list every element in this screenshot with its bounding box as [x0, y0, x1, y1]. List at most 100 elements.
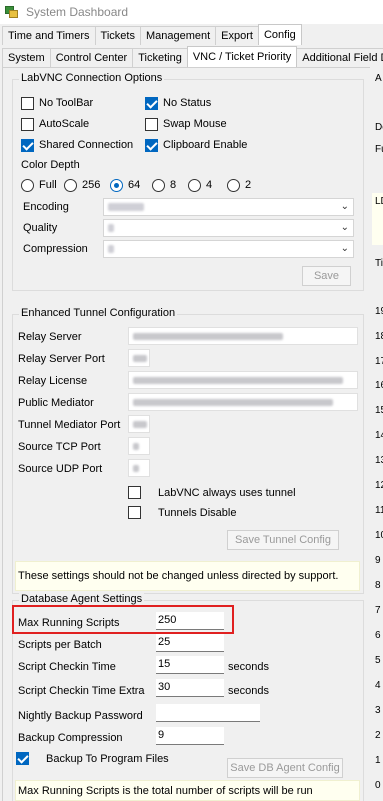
axis-tick-label: 4: [375, 680, 381, 691]
clipboard-enable-label: Clipboard Enable: [163, 139, 248, 151]
color-4-label: 4: [206, 179, 213, 191]
save-tunnel-config-button[interactable]: Save Tunnel Config: [227, 530, 339, 550]
always-tunnel-label: LabVNC always uses tunnel: [158, 487, 296, 499]
tab-additional-field[interactable]: Additional Field D: [296, 48, 383, 67]
encoding-select[interactable]: ⌄: [103, 198, 354, 216]
backup-to-program-files-label: Backup To Program Files: [46, 753, 169, 765]
tab-tickets[interactable]: Tickets: [94, 26, 141, 45]
compression-select[interactable]: ⌄: [103, 240, 354, 258]
main-tab-bar: Time and Timers Tickets Management Expor…: [2, 24, 302, 45]
max-running-scripts-input[interactable]: 250: [156, 612, 224, 630]
color-64-radio[interactable]: [110, 179, 123, 192]
axis-tick-label: 0: [375, 780, 381, 791]
autoscale-label: AutoScale: [39, 118, 90, 130]
color-256-label: 256: [82, 179, 101, 191]
color-2-radio[interactable]: [227, 179, 240, 192]
scripts-per-batch-label: Scripts per Batch: [18, 639, 102, 651]
right-pane-label-ld: LD: [375, 196, 383, 207]
relay-license-label: Relay License: [18, 375, 88, 387]
right-pane-label-do: Do: [375, 122, 383, 133]
quality-select[interactable]: ⌄: [103, 219, 354, 237]
axis-tick-label: 5: [375, 655, 381, 666]
tab-system[interactable]: System: [2, 48, 51, 67]
tab-vnc-ticket-priority[interactable]: VNC / Ticket Priority: [186, 46, 298, 67]
color-2-label: 2: [245, 179, 252, 191]
script-checkin-time-extra-unit: seconds: [228, 685, 269, 697]
color-64-label: 64: [128, 179, 141, 191]
relay-server-label: Relay Server: [18, 331, 82, 343]
axis-tick-label: 14: [375, 430, 383, 441]
backup-compression-input[interactable]: 9: [156, 727, 224, 745]
right-pane-label-a: A: [375, 73, 382, 84]
color-256-radio[interactable]: [64, 179, 77, 192]
relay-server-port-field[interactable]: [128, 349, 150, 367]
tab-export[interactable]: Export: [215, 26, 259, 45]
tab-time-and-timers[interactable]: Time and Timers: [2, 26, 96, 45]
shared-connection-checkbox[interactable]: [21, 139, 34, 152]
db-agent-group-title: Database Agent Settings: [19, 593, 145, 605]
right-pane: A Do Fu LD Ti 19 18 17 16 15 14 13 12 11…: [370, 67, 383, 801]
color-depth-label: Color Depth: [21, 159, 80, 171]
relay-server-field[interactable]: [128, 327, 358, 345]
tab-control-center[interactable]: Control Center: [49, 48, 134, 67]
nightly-backup-password-label: Nightly Backup Password: [18, 710, 143, 722]
tunnel-mediator-port-label: Tunnel Mediator Port: [18, 419, 121, 431]
chevron-down-icon: ⌄: [340, 222, 349, 233]
color-4-radio[interactable]: [188, 179, 201, 192]
save-button[interactable]: Save: [302, 266, 351, 286]
axis-tick-label: 18: [375, 331, 383, 342]
script-checkin-time-extra-input[interactable]: 30: [156, 679, 224, 697]
axis-tick-label: 6: [375, 630, 381, 641]
window-title: System Dashboard: [26, 5, 129, 19]
save-db-agent-config-button[interactable]: Save DB Agent Config: [227, 758, 343, 778]
axis-tick-label: 13: [375, 455, 383, 466]
right-pane-label-ti: Ti: [375, 258, 383, 269]
public-mediator-field[interactable]: [128, 393, 358, 411]
backup-compression-label: Backup Compression: [18, 732, 123, 744]
axis-tick-label: 19: [375, 306, 383, 317]
source-tcp-port-field[interactable]: [128, 437, 150, 455]
axis-tick-label: 7: [375, 605, 381, 616]
chevron-down-icon: ⌄: [340, 243, 349, 254]
compression-label: Compression: [23, 243, 88, 255]
relay-server-port-label: Relay Server Port: [18, 353, 105, 365]
no-status-checkbox[interactable]: [145, 97, 158, 110]
axis-tick-label: 1: [375, 755, 381, 766]
app-icon: [5, 6, 19, 18]
shared-connection-label: Shared Connection: [39, 139, 134, 151]
autoscale-checkbox[interactable]: [21, 118, 34, 131]
axis-tick-label: 10: [375, 530, 383, 541]
source-udp-port-label: Source UDP Port: [18, 463, 103, 475]
tunnels-disable-checkbox[interactable]: [128, 506, 141, 519]
encoding-label: Encoding: [23, 201, 69, 213]
axis-tick-label: 15: [375, 405, 383, 416]
scripts-per-batch-input[interactable]: 25: [156, 634, 224, 652]
axis-tick-label: 12: [375, 480, 383, 491]
tunnel-mediator-port-field[interactable]: [128, 415, 150, 433]
sub-tab-bar: System Control Center Ticketing VNC / Ti…: [2, 46, 383, 67]
source-tcp-port-label: Source TCP Port: [18, 441, 101, 453]
script-checkin-time-label: Script Checkin Time: [18, 661, 116, 673]
backup-to-program-files-checkbox[interactable]: [16, 752, 29, 765]
color-full-radio[interactable]: [21, 179, 34, 192]
clipboard-enable-checkbox[interactable]: [145, 139, 158, 152]
always-tunnel-checkbox[interactable]: [128, 486, 141, 499]
source-udp-port-field[interactable]: [128, 459, 150, 477]
labvnc-group-title: LabVNC Connection Options: [19, 72, 165, 84]
axis-tick-label: 3: [375, 705, 381, 716]
color-full-label: Full: [39, 179, 57, 191]
nightly-backup-password-input[interactable]: [156, 704, 260, 722]
color-8-radio[interactable]: [152, 179, 165, 192]
tab-config[interactable]: Config: [257, 24, 302, 45]
right-pane-label-fu: Fu: [375, 144, 383, 155]
max-running-scripts-label: Max Running Scripts: [18, 617, 120, 629]
tab-management[interactable]: Management: [139, 26, 217, 45]
swap-mouse-checkbox[interactable]: [145, 118, 158, 131]
no-toolbar-checkbox[interactable]: [21, 97, 34, 110]
script-checkin-time-input[interactable]: 15: [156, 656, 224, 674]
tab-ticketing[interactable]: Ticketing: [132, 48, 188, 67]
tunnel-warning-note: These settings should not be changed unl…: [15, 561, 360, 591]
tunnel-group-title: Enhanced Tunnel Configuration: [19, 307, 178, 319]
swap-mouse-label: Swap Mouse: [163, 118, 227, 130]
relay-license-field[interactable]: [128, 371, 358, 389]
